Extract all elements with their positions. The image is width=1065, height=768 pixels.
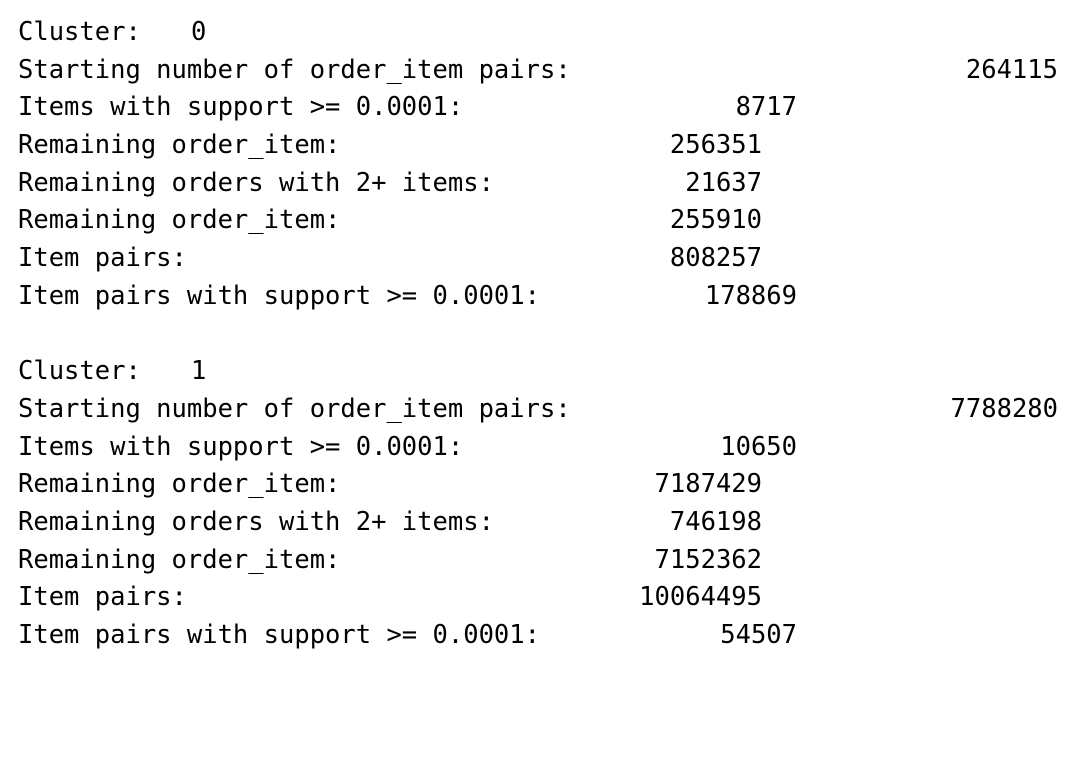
output-row: Starting number of order_item pairs: 778… <box>18 391 1058 429</box>
row-value: 255910 <box>669 205 762 236</box>
row-label: Item pairs with support >= 0.0001: <box>18 620 540 650</box>
row-value: 256351 <box>669 130 762 161</box>
row-value: 178869 <box>704 280 797 311</box>
cluster-id: 1 <box>191 356 207 387</box>
row-label: Remaining order_item: <box>18 130 341 161</box>
row-value: 808257 <box>669 243 762 274</box>
row-label: Items with support >= 0.0001: <box>18 92 464 123</box>
row-label: Remaining order_item: <box>18 205 341 236</box>
row-label: Remaining order_item: <box>18 469 341 500</box>
row-label: Starting number of order_item pairs: <box>18 393 571 424</box>
output-row: Remaining order_item: 7152362 <box>18 542 1058 580</box>
output-row: Items with support >= 0.0001: 10650 <box>18 429 1058 467</box>
output-row: Starting number of order_item pairs: 264… <box>18 52 1058 90</box>
output-row: Item pairs: 808257 <box>18 240 1058 278</box>
row-value: 10650 <box>720 431 797 462</box>
output-row: Item pairs: 10064495 <box>18 579 1058 617</box>
row-label: Items with support >= 0.0001: <box>18 431 464 462</box>
output-row: Item pairs with support >= 0.0001: 54507 <box>18 617 1058 655</box>
row-value: 264115 <box>965 54 1058 85</box>
row-value: 746198 <box>669 506 762 537</box>
row-value: 10064495 <box>639 582 762 613</box>
output-row: Remaining order_item: 7187429 <box>18 466 1058 504</box>
output-row: Item pairs with support >= 0.0001: 17886… <box>18 278 1058 316</box>
cluster-id: 0 <box>191 17 207 47</box>
row-value: 7152362 <box>654 544 762 575</box>
output-row: Remaining orders with 2+ items: 746198 <box>18 504 1058 542</box>
output-row: Remaining orders with 2+ items: 21637 <box>18 165 1058 203</box>
row-label: Item pairs: <box>18 243 187 274</box>
output-row: Items with support >= 0.0001: 8717 <box>18 89 1058 127</box>
cluster-label: Cluster: <box>18 17 141 47</box>
row-label: Remaining order_item: <box>18 544 341 575</box>
output-row: Remaining order_item: 255910 <box>18 202 1058 240</box>
cluster-label: Cluster: <box>18 356 141 387</box>
row-label: Starting number of order_item pairs: <box>18 54 571 85</box>
row-value: 21637 <box>685 167 762 198</box>
row-value: 54507 <box>720 620 797 650</box>
row-label: Remaining orders with 2+ items: <box>18 506 494 537</box>
row-value: 7788280 <box>950 393 1058 424</box>
row-value: 8717 <box>735 92 797 123</box>
cluster-header: Cluster: 1 <box>18 353 1058 391</box>
row-label: Item pairs: <box>18 582 187 613</box>
console-output: Cluster: 0 Starting number of order_item… <box>18 14 1058 655</box>
row-label: Remaining orders with 2+ items: <box>18 167 494 198</box>
row-value: 7187429 <box>654 469 762 500</box>
output-row: Remaining order_item: 256351 <box>18 127 1058 165</box>
cluster-header: Cluster: 0 <box>18 14 1058 52</box>
row-label: Item pairs with support >= 0.0001: <box>18 280 540 311</box>
